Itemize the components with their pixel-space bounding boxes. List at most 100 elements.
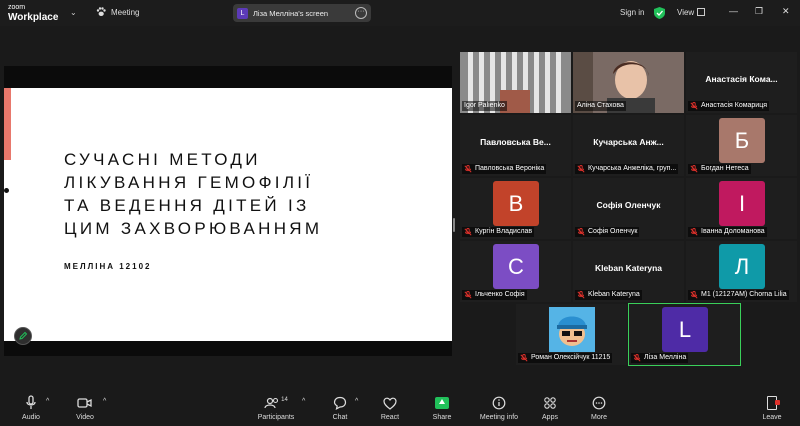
participant-name: Кургін Владислав [475,228,533,235]
video-button[interactable]: Video [72,395,98,421]
participants-options-chevron-icon[interactable]: ^ [302,398,305,405]
muted-microphone-icon [577,228,585,236]
sign-in-link[interactable]: Sign in [620,8,644,17]
meeting-menu[interactable]: Meeting [96,7,139,17]
participant-tile[interactable]: Kleban Kateryna Kleban Kateryna [573,241,684,302]
participant-name-label: Кучарська Анжеліка, груп... [575,164,679,174]
react-button[interactable]: React [376,395,404,421]
shared-screen-indicator[interactable]: L Ліза Мелліна's screen ··· [233,4,371,22]
view-button[interactable]: View [677,8,706,17]
participant-name: Богдан Нетеса [701,165,749,172]
chat-button[interactable]: Chat [328,395,352,421]
cursor-dot [4,188,9,193]
participants-button[interactable]: 14 Participants [256,395,296,421]
participant-tile[interactable]: Анастасія Кома... Анастасія Комариця [686,52,797,113]
participant-name-label: Кургін Владислав [462,227,535,237]
more-options-icon[interactable]: ··· [355,7,367,19]
participant-name: Аліна Стахова [577,102,624,109]
minimize-icon[interactable]: — [729,6,738,16]
participant-display-name: Анастасія Кома... [705,74,778,84]
participant-tile[interactable]: Аліна Стахова [573,52,684,113]
participant-name: Софія Оленчук [588,228,638,235]
slide-title-line: лікування гемофілії [64,173,314,192]
participant-avatar: Л [719,244,765,289]
meeting-info-button[interactable]: Meeting info [477,395,521,421]
participant-tile[interactable]: Л М1 (12127AM) Chorna Lilia [686,241,797,302]
share-screen-icon [435,397,449,409]
participant-tile[interactable]: Павловська Ве... Павловська Вероніка [460,115,571,176]
leave-button[interactable]: Leave [758,395,786,421]
logo-top: zoom [8,4,26,11]
slide-title-line: Сучасні методи [64,150,261,169]
chevron-down-icon[interactable]: ⌄ [70,8,77,17]
slide-author: МЕЛЛІНА 12102 [64,262,152,271]
participant-name: Павловська Вероніка [475,165,545,172]
apps-button[interactable]: Apps [537,395,563,421]
participant-tile[interactable]: Igor Palienko [460,52,571,113]
participant-tile[interactable]: Б Богдан Нетеса [686,115,797,176]
participant-tile[interactable]: L Ліза Мелліна [628,303,741,366]
participant-name-label: Kleban Kateryna [575,290,642,300]
app-logo: zoom Workplace [8,3,59,23]
audio-options-chevron-icon[interactable]: ^ [46,398,49,405]
logo-bottom: Workplace [8,12,59,23]
participant-tile[interactable]: І Іванна Доломанова [686,178,797,239]
participants-label: Participants [257,414,295,421]
panel-resize-handle[interactable] [453,218,455,232]
participant-display-name: Kleban Kateryna [594,263,663,273]
participant-avatar: В [493,181,539,226]
participant-tile[interactable]: Софія Оленчук Софія Оленчук [573,178,684,239]
participant-name-label: Іванна Доломанова [688,227,767,237]
participant-tile[interactable]: С Ільченко Софія [460,241,571,302]
chat-options-chevron-icon[interactable]: ^ [355,398,358,405]
participant-name-label: Ільченко Софія [462,290,527,300]
participant-avatar: L [662,307,708,352]
participant-name-label: Павловська Вероніка [462,164,547,174]
apps-label: Apps [542,414,558,421]
shield-icon[interactable] [654,6,665,19]
participant-name: Ліза Мелліна [644,354,687,361]
participant-name: Іванна Доломанова [701,228,765,235]
sharer-avatar: L [237,7,248,19]
participants-icon: 14 [256,395,296,411]
muted-microphone-icon [690,291,698,299]
participant-name-label: Аліна Стахова [575,101,626,111]
participant-avatar: С [493,244,539,289]
participant-avatar: Б [719,118,765,163]
participant-tile[interactable]: В Кургін Владислав [460,178,571,239]
participant-name: Анастасія Комариця [701,102,768,109]
chat-icon [328,395,352,411]
view-label: View [677,8,695,17]
leave-door-icon [767,396,780,410]
participant-name: Kleban Kateryna [588,291,640,298]
participant-tile[interactable]: Кучарська Анж... Кучарська Анжеліка, груп… [573,115,684,176]
participant-display-name: Софія Оленчук [596,200,661,210]
participant-name: Кучарська Анжеліка, груп... [588,165,677,172]
grid-icon [697,8,706,16]
microphone-icon [18,395,44,411]
slide-title-line: цим захворюванням [64,219,323,238]
muted-microphone-icon [633,354,641,362]
video-label: Video [76,414,94,421]
video-camera-icon [72,395,98,411]
audio-button[interactable]: Audio [18,395,44,421]
muted-microphone-icon [577,291,585,299]
more-button[interactable]: More [586,395,612,421]
participant-name-label: Ліза Мелліна [631,353,689,363]
participant-name: Igor Palienko [464,102,505,109]
presentation-slide: Сучасні методи лікування гемофілії та ве… [4,88,452,341]
video-options-chevron-icon[interactable]: ^ [103,398,106,405]
participant-name-label: Роман Олексійчук 11215 [518,353,613,363]
participant-avatar [549,307,595,352]
restore-icon[interactable]: ❐ [755,6,763,17]
close-icon[interactable]: ✕ [782,6,790,17]
share-label: Share [432,414,452,421]
slide-title: Сучасні методи лікування гемофілії та ве… [64,148,434,240]
annotate-pen-icon[interactable] [14,327,32,345]
paw-icon [96,7,106,17]
participant-tile[interactable]: Роман Олексійчук 11215 [516,304,627,365]
participant-display-name: Павловська Ве... [480,137,551,147]
share-button[interactable]: Share [428,395,456,421]
leave-label: Leave [762,414,782,421]
participant-display-name: Кучарська Анж... [593,137,664,147]
